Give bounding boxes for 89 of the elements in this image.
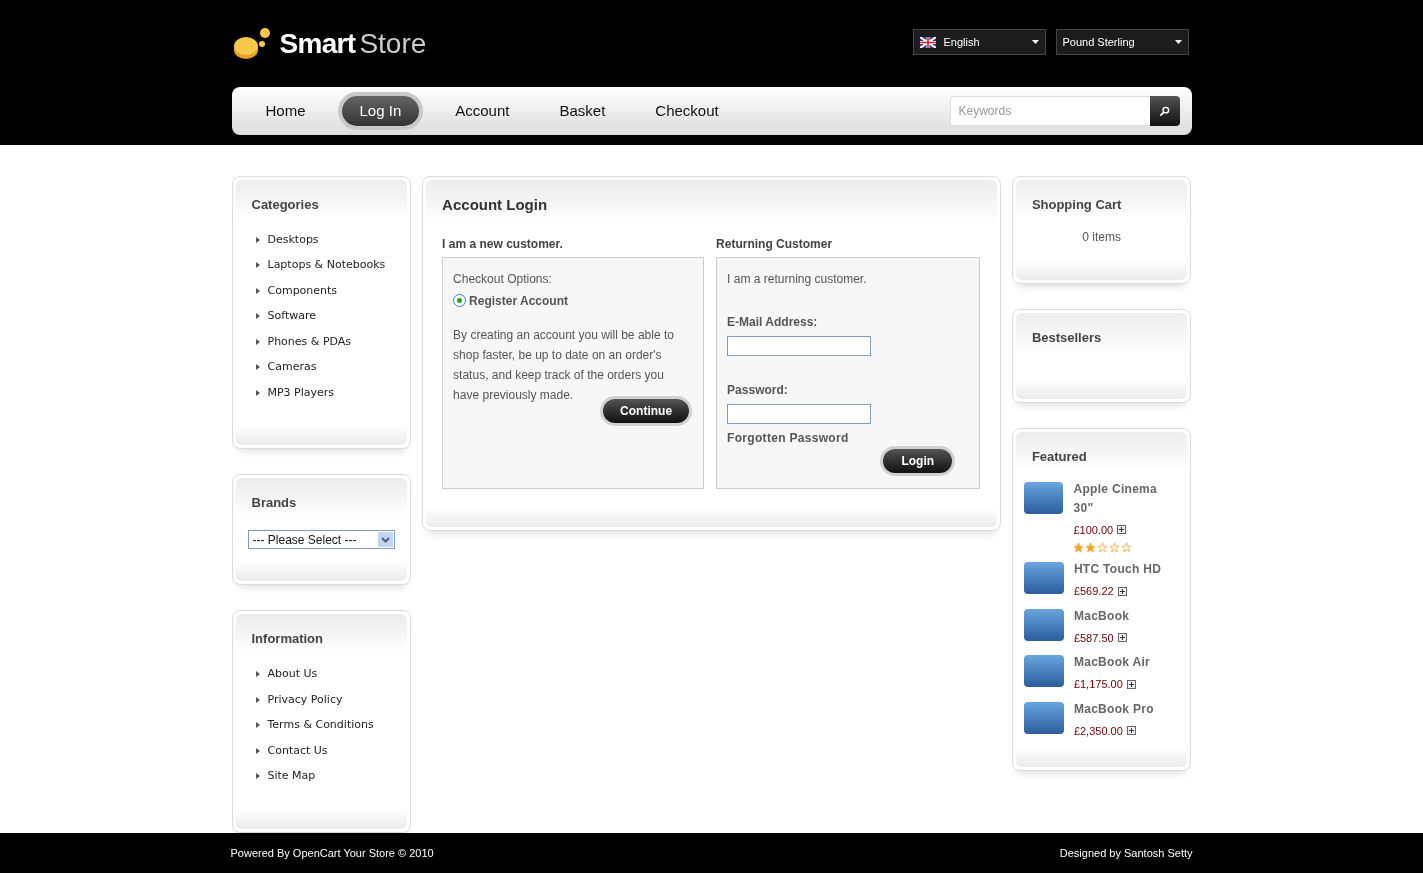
star-icon (1097, 542, 1109, 554)
password-field[interactable] (727, 403, 872, 424)
cart-count: 0 items (1082, 229, 1121, 244)
caret-icon (1031, 40, 1039, 44)
bullet-icon (255, 696, 260, 703)
sidebar-link[interactable]: Cameras (267, 359, 317, 376)
star-icon (1085, 542, 1097, 554)
nav-link[interactable]: Basket (545, 95, 620, 127)
search-button[interactable] (1149, 96, 1180, 126)
footer-text: Designed by Santosh Setty (1059, 845, 1193, 861)
box-title: Bestsellers (1031, 329, 1102, 345)
bullet-icon (255, 262, 260, 269)
product-name[interactable]: HTC Touch HD (1073, 560, 1162, 580)
box-title: Shopping Cart (1031, 196, 1122, 212)
sidebar-link[interactable]: Laptops & Notebooks (267, 257, 386, 274)
bullet-icon (255, 389, 260, 396)
star-icon (1073, 542, 1085, 554)
logo-text: Smart (279, 26, 356, 61)
brand-select[interactable]: --- Please Select --- (247, 530, 395, 550)
product-photo[interactable] (1023, 562, 1064, 595)
star-icon (1121, 542, 1133, 554)
field-label: E-Mail Address: (727, 313, 819, 331)
page-title: Account Login (442, 195, 548, 213)
field-label: Password: (727, 381, 789, 399)
bullet-icon (255, 338, 260, 345)
bullet-icon (255, 287, 260, 294)
bullet-icon (255, 722, 260, 729)
product-photo[interactable] (1023, 701, 1064, 734)
search-icon (1159, 105, 1170, 117)
product-price: £569.22 (1073, 584, 1114, 600)
login-button[interactable]: Login (883, 448, 953, 473)
sidebar-link[interactable]: About Us (267, 666, 318, 683)
product-name[interactable]: MacBook (1073, 606, 1130, 626)
forgotten-password-link[interactable]: Forgotten Password (727, 428, 970, 447)
plus-icon[interactable] (1126, 726, 1136, 736)
caret-icon (1174, 40, 1182, 44)
product-price: £587.50 (1073, 630, 1114, 646)
bullet-icon (255, 671, 260, 678)
plus-icon[interactable] (1126, 679, 1136, 689)
section-heading: I am a new customer. (442, 235, 564, 253)
sidebar-link[interactable]: Contact Us (267, 742, 328, 760)
product-name[interactable]: Apple Cinema 30" (1073, 479, 1180, 518)
nav-link[interactable]: Log In (341, 95, 420, 127)
options-label: Checkout Options: (453, 270, 553, 288)
product-name[interactable]: MacBook Air (1073, 653, 1151, 673)
product-price: £100.00 (1073, 522, 1114, 538)
product-price: £1,175.00 (1073, 677, 1123, 693)
bullet-icon (255, 236, 260, 243)
sidebar-link[interactable]: Site Map (267, 768, 316, 785)
sidebar-link[interactable]: Terms & Conditions (267, 717, 374, 734)
box-title: Brands (251, 495, 297, 511)
nav-link[interactable]: Home (251, 95, 320, 127)
product-photo[interactable] (1023, 481, 1064, 514)
sidebar-link[interactable]: MP3 Players (267, 384, 335, 402)
sidebar-link[interactable]: Desktops (267, 231, 319, 249)
box-title: Categories (251, 196, 319, 212)
continue-button[interactable]: Continue (603, 398, 690, 423)
coins-logo-icon (231, 25, 272, 62)
product-photo[interactable] (1023, 655, 1064, 688)
nav-link[interactable]: Checkout (641, 95, 733, 127)
product-photo[interactable] (1023, 608, 1064, 641)
sidebar-link[interactable]: Privacy Policy (267, 691, 343, 709)
logo-text: Store (359, 26, 427, 61)
bullet-icon (255, 773, 260, 780)
bullet-icon (255, 313, 260, 320)
email-field[interactable] (727, 335, 872, 356)
radio-label: Register Account (469, 292, 568, 310)
radio-button[interactable] (453, 294, 467, 308)
product-name[interactable]: MacBook Pro (1073, 699, 1154, 719)
currency-select[interactable]: Pound Sterling (1055, 29, 1189, 55)
star-icon (1109, 542, 1121, 554)
plus-icon[interactable] (1117, 633, 1127, 643)
sidebar-link[interactable]: Components (267, 282, 338, 300)
language-select[interactable]: English (912, 29, 1046, 55)
footer-text: Powered By OpenCart Your Store © 2010 (230, 845, 434, 861)
search-field[interactable]: Keywords (949, 96, 1150, 126)
product-price: £2,350.00 (1073, 723, 1123, 739)
plus-icon[interactable] (1117, 525, 1127, 535)
returning-text: I am a returning customer. (727, 270, 868, 288)
section-heading: Returning Customer (716, 235, 834, 253)
nav-link[interactable]: Account (441, 95, 524, 127)
box-title: Information (251, 631, 323, 647)
flag-icon (919, 36, 936, 48)
box-title: Featured (1031, 448, 1087, 464)
bullet-icon (255, 364, 260, 371)
bullet-icon (255, 747, 260, 754)
sidebar-link[interactable]: Phones & PDAs (267, 333, 352, 351)
plus-icon[interactable] (1117, 586, 1127, 596)
sidebar-link[interactable]: Software (267, 308, 316, 325)
